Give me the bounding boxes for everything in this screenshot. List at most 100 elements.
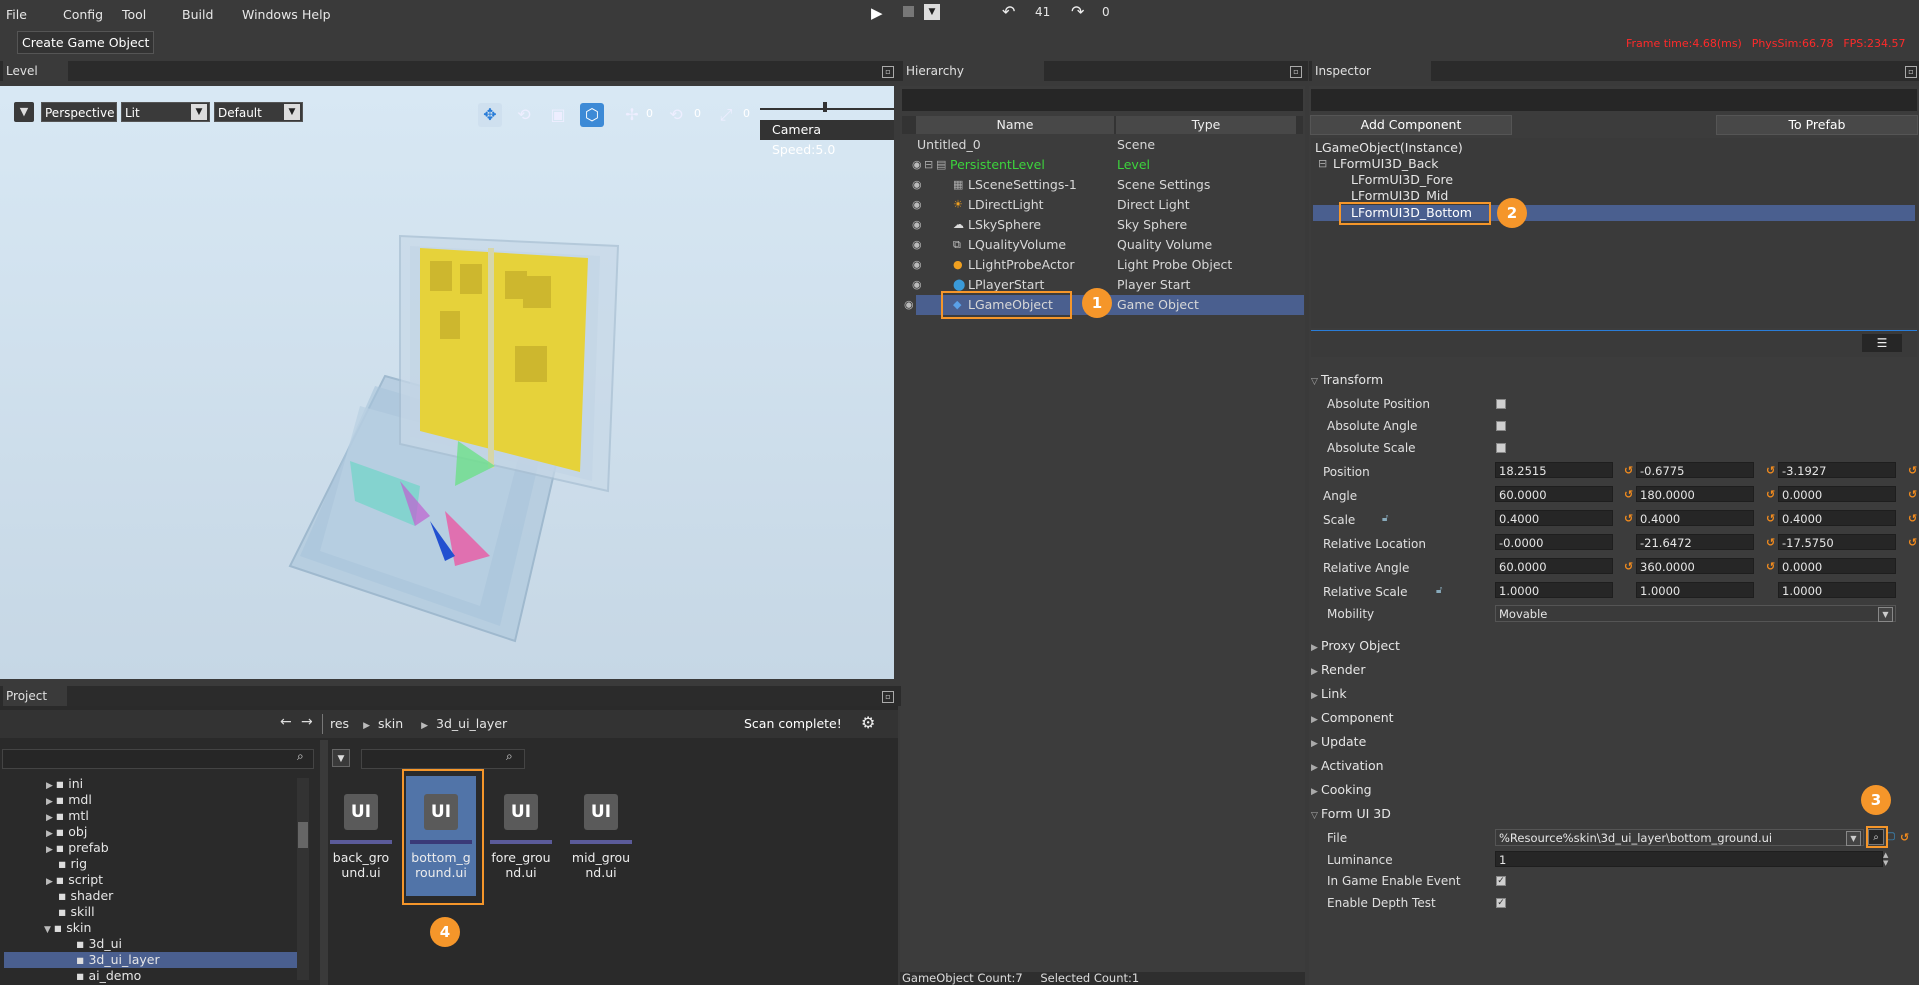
proxy-object-section-header[interactable]: ▶ Proxy Object bbox=[1309, 636, 1917, 656]
gear-icon[interactable]: ⚙ bbox=[861, 713, 875, 732]
relative-scale-z-field[interactable]: 1.0000 bbox=[1778, 582, 1896, 598]
preset-dropdown[interactable]: Default ▼ bbox=[214, 102, 303, 122]
eye-icon[interactable]: ◉ bbox=[912, 195, 922, 215]
file-path-dropdown[interactable]: %Resource%skin\3d_ui_layer\bottom_ground… bbox=[1495, 829, 1864, 846]
add-component-button[interactable]: Add Component bbox=[1310, 115, 1512, 135]
render-section-header[interactable]: ▶ Render bbox=[1309, 660, 1917, 680]
to-prefab-button[interactable]: To Prefab bbox=[1716, 115, 1918, 135]
tree-item-prefab[interactable]: ▶ ▪ prefab bbox=[46, 840, 109, 856]
angle-y-field[interactable]: 180.0000 bbox=[1636, 486, 1754, 502]
form-ui-3d-section-header[interactable]: ▽ Form UI 3D bbox=[1309, 804, 1917, 824]
scale-snap-icon[interactable]: ⤢ bbox=[714, 103, 738, 127]
absolute-position-checkbox[interactable] bbox=[1496, 399, 1506, 409]
search-icon[interactable]: ⌕ bbox=[506, 749, 513, 764]
scale-tool-icon[interactable]: ▣ bbox=[546, 103, 570, 127]
stop-icon[interactable] bbox=[903, 6, 914, 17]
reset-icon[interactable]: ↺ bbox=[1766, 464, 1775, 477]
eye-icon[interactable]: ◉ bbox=[904, 295, 914, 315]
level-pin-icon[interactable]: ▫ bbox=[882, 66, 894, 78]
menu-help[interactable]: Help bbox=[302, 7, 331, 22]
relative-location-x-field[interactable]: -0.0000 bbox=[1495, 534, 1613, 550]
breadcrumb-3d-ui-layer[interactable]: 3d_ui_layer bbox=[436, 716, 507, 731]
asset-back-ground[interactable]: UI back_gro und.ui bbox=[330, 784, 392, 880]
hierarchy-pin-icon[interactable]: ▫ bbox=[1290, 66, 1302, 78]
collapse-icon[interactable]: ⊟ bbox=[1318, 157, 1327, 170]
lock-icon[interactable]: 🔓︎ bbox=[1436, 585, 1442, 596]
camera-speed-slider[interactable] bbox=[760, 108, 894, 110]
asset-fore-ground[interactable]: UI fore_grou nd.ui bbox=[490, 784, 552, 880]
tree-root[interactable]: LGameObject(Instance) bbox=[1315, 140, 1463, 155]
tree-item-rig[interactable]: ▪ rig bbox=[58, 856, 87, 872]
eye-icon[interactable]: ◉ bbox=[912, 235, 922, 255]
tree-item-obj[interactable]: ▶ ▪ obj bbox=[46, 824, 87, 840]
menu-config[interactable]: Config bbox=[63, 7, 103, 22]
tree-item-mtl[interactable]: ▶ ▪ mtl bbox=[46, 808, 89, 824]
eye-icon[interactable]: ◉ bbox=[912, 215, 922, 235]
position-x-field[interactable]: 18.2515 bbox=[1495, 462, 1613, 478]
relative-angle-y-field[interactable]: 360.0000 bbox=[1636, 558, 1754, 574]
name-column-header[interactable]: Name bbox=[916, 116, 1114, 134]
asset-filter-dropdown[interactable]: ▼ bbox=[332, 749, 350, 767]
asset-mid-ground[interactable]: UI mid_grou nd.ui bbox=[570, 784, 632, 880]
luminance-spinner[interactable]: ▲ ▼ bbox=[1883, 851, 1888, 867]
hierarchy-search-input[interactable] bbox=[902, 89, 1303, 111]
menu-tool[interactable]: Tool bbox=[122, 7, 146, 22]
cooking-section-header[interactable]: ▶ Cooking bbox=[1309, 780, 1917, 800]
tree-item-ini[interactable]: ▶ ▪ ini bbox=[46, 776, 83, 792]
reset-icon[interactable]: ↺ bbox=[1766, 488, 1775, 501]
tree-item-skin[interactable]: ▼ ▪ skin bbox=[44, 920, 91, 936]
tree-item-skill[interactable]: ▪ skill bbox=[58, 904, 95, 920]
folder-tree-scrollbar[interactable] bbox=[297, 778, 309, 980]
level-viewport[interactable]: ▼ Perspective Lit ▼ Default ▼ Camera Spe… bbox=[0, 86, 894, 679]
tree-item-3d-ui[interactable]: ▪ 3d_ui bbox=[76, 936, 122, 952]
tree-node-fore[interactable]: LFormUI3D_Fore bbox=[1351, 172, 1453, 187]
tree-item-ai-demo[interactable]: ▪ ai_demo bbox=[76, 968, 141, 983]
play-icon[interactable]: ▶ bbox=[871, 4, 883, 22]
position-z-field[interactable]: -3.1927 bbox=[1778, 462, 1896, 478]
reset-icon[interactable]: ↺ bbox=[1624, 560, 1633, 573]
rotate-tool-icon[interactable]: ⟲ bbox=[512, 103, 536, 127]
menu-windows[interactable]: Windows bbox=[242, 7, 298, 22]
reset-icon[interactable]: ↺ bbox=[1624, 488, 1633, 501]
back-arrow-icon[interactable]: ← bbox=[280, 714, 292, 730]
update-section-header[interactable]: ▶ Update bbox=[1309, 732, 1917, 752]
move-tool-icon[interactable]: ✥ bbox=[478, 103, 502, 127]
absolute-angle-checkbox[interactable] bbox=[1496, 421, 1506, 431]
transform-section-header[interactable]: ▽ Transform bbox=[1309, 370, 1917, 390]
camera-speed-handle[interactable] bbox=[823, 102, 827, 112]
hierarchy-row-direct-light[interactable]: ◉ ☀ LDirectLight Direct Light bbox=[908, 195, 1304, 215]
inspector-menu-icon[interactable]: ☰ bbox=[1862, 334, 1902, 352]
breadcrumb-skin[interactable]: skin bbox=[378, 716, 403, 731]
tree-item-script[interactable]: ▶ ▪ script bbox=[46, 872, 103, 888]
menu-build[interactable]: Build bbox=[182, 7, 213, 22]
project-tab[interactable]: Project bbox=[3, 686, 68, 706]
local-space-icon[interactable]: ⬡ bbox=[580, 103, 604, 127]
hierarchy-row-light-probe[interactable]: ◉ ● LLightProbeActor Light Probe Object bbox=[908, 255, 1304, 275]
viewport-menu-icon[interactable]: ▼ bbox=[14, 102, 34, 122]
eye-icon[interactable]: ◉ bbox=[912, 175, 922, 195]
tree-item-shader[interactable]: ▪ shader bbox=[58, 888, 113, 904]
eye-icon[interactable]: ◉ bbox=[912, 255, 922, 275]
asset-search-input[interactable] bbox=[361, 749, 525, 769]
type-column-header[interactable]: Type bbox=[1116, 116, 1296, 134]
expand-icon[interactable]: ⊟ bbox=[924, 155, 933, 175]
angle-x-field[interactable]: 60.0000 bbox=[1495, 486, 1613, 502]
hierarchy-tab[interactable]: Hierarchy bbox=[903, 61, 1045, 81]
folder-tree-scroll-thumb[interactable] bbox=[298, 822, 308, 848]
menu-file[interactable]: File bbox=[6, 7, 27, 22]
angle-z-field[interactable]: 0.0000 bbox=[1778, 486, 1896, 502]
inspector-tab[interactable]: Inspector bbox=[1312, 61, 1431, 81]
absolute-scale-checkbox[interactable] bbox=[1496, 443, 1506, 453]
position-y-field[interactable]: -0.6775 bbox=[1636, 462, 1754, 478]
inspector-search-input[interactable] bbox=[1311, 89, 1917, 111]
reset-icon[interactable]: ↺ bbox=[1908, 536, 1917, 549]
tree-item-3d-ui-layer[interactable]: ▪ 3d_ui_layer bbox=[4, 952, 297, 968]
project-pin-icon[interactable]: ▫ bbox=[882, 691, 894, 703]
relative-location-y-field[interactable]: -21.6472 bbox=[1636, 534, 1754, 550]
lighting-dropdown[interactable]: Lit ▼ bbox=[121, 102, 210, 122]
undo-icon[interactable]: ↶ bbox=[1002, 2, 1015, 21]
hierarchy-row-quality-volume[interactable]: ◉ ⧉ LQualityVolume Quality Volume bbox=[908, 235, 1304, 255]
create-game-object-button[interactable]: Create Game Object bbox=[17, 31, 155, 54]
relative-angle-z-field[interactable]: 0.0000 bbox=[1778, 558, 1896, 574]
hierarchy-row-persistent-level[interactable]: ◉ ⊟ ▤ PersistentLevel Level bbox=[908, 155, 1304, 175]
